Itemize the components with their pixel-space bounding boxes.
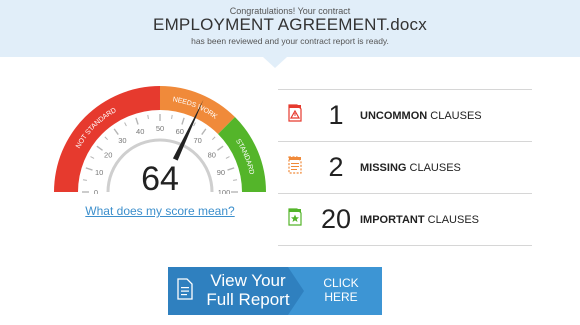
stat-missing-clauses[interactable]: 2 MISSING CLAUSES <box>278 141 532 193</box>
score-gauge: 0 10 20 30 40 50 60 70 80 90 100 NOT STANDARD NEEDS … <box>50 84 270 194</box>
gauge-tick <box>171 114 173 119</box>
document-filename: EMPLOYMENT AGREEMENT.docx <box>153 15 427 34</box>
stat-label: UNCOMMON CLAUSES <box>360 110 482 122</box>
banner-pointer <box>263 57 287 68</box>
gauge-tick <box>82 179 87 181</box>
gauge-tick-label: 100 <box>218 188 231 194</box>
gauge-tick-label: 60 <box>176 127 184 136</box>
stat-label: IMPORTANT CLAUSES <box>360 214 479 226</box>
stat-count: 20 <box>320 204 352 234</box>
gauge-tick <box>147 114 149 119</box>
missing-doc-icon <box>288 156 302 174</box>
stat-uncommon-clauses[interactable]: 1 UNCOMMON CLAUSES <box>278 89 532 141</box>
stat-important-clauses[interactable]: 20 IMPORTANT CLAUSES <box>278 193 532 246</box>
score-value: 64 <box>141 160 179 194</box>
report-doc-icon <box>177 278 193 300</box>
warning-doc-icon <box>288 104 302 122</box>
gauge-tick-label: 50 <box>156 124 164 133</box>
view-full-report-button[interactable]: View Your Full Report CLICK HERE <box>168 267 382 315</box>
header-banner: Congratulations! Your contract EMPLOYMEN… <box>0 0 580 57</box>
click-here-label: CLICK HERE <box>323 276 359 304</box>
stat-count: 1 <box>328 100 344 130</box>
cta-title: View Your Full Report <box>206 271 290 309</box>
gauge-tick-label: 80 <box>208 150 216 159</box>
gauge-tick-label: 70 <box>193 136 201 145</box>
gauge-tick <box>233 179 238 181</box>
gauge-svg: 010203040 50 60708090100NOT STANDARDNEEDS … <box>54 86 266 194</box>
stat-count: 2 <box>328 152 344 182</box>
stat-label: MISSING CLAUSES <box>360 162 461 174</box>
gauge-tick-label: 40 <box>136 127 144 136</box>
clause-stats: 1 UNCOMMON CLAUSES 2 MISSING CLAUSES 20 … <box>278 89 532 246</box>
gauge-tick-label: 0 <box>94 188 98 194</box>
gauge-tick-label: 30 <box>118 136 126 145</box>
gauge-tick-label: 20 <box>104 150 112 159</box>
gauge-tick-label: 10 <box>95 168 103 177</box>
report-ready-text: has been reviewed and your contract repo… <box>191 36 389 46</box>
gauge-tick-label: 90 <box>217 168 225 177</box>
star-doc-icon <box>288 208 302 226</box>
score-help-link[interactable]: What does my score mean? <box>70 204 250 218</box>
